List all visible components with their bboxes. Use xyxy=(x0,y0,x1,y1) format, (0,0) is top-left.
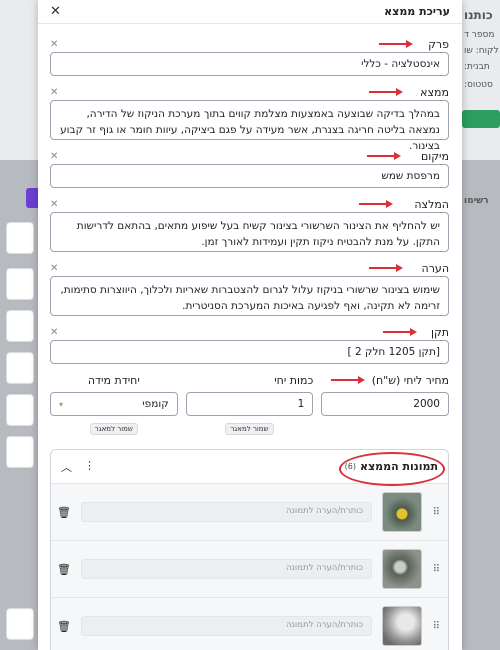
modal-body: פרק ✕ אינסטלציה - כללי ממצא ✕ במהלך בדיק… xyxy=(38,24,462,650)
modal-header: עריכת ממצא ✕ xyxy=(38,0,462,24)
field-chapter: פרק ✕ אינסטלציה - כללי xyxy=(50,36,449,76)
unit-price-label: מחיר ליחי (ש"ח) xyxy=(371,373,449,387)
photo-caption-input[interactable]: כותרת/הערה לתמונה xyxy=(81,502,372,522)
field-standard: תקן ✕ [תקן 1205 חלק 2 ] xyxy=(50,324,449,364)
background-row xyxy=(6,352,34,384)
save-to-library-button[interactable]: שמור למאגר xyxy=(225,423,274,435)
field-recommendation: המלצה ✕ יש להחליף את הצינור השרשורי בצינ… xyxy=(50,196,449,252)
photos-tools: ︿ ⋮ xyxy=(61,459,95,475)
field-note: הערה ✕ שימוש בצינור שרשורי בניקוז עלול ל… xyxy=(50,260,449,316)
background-label: סטטוס: xyxy=(464,80,493,90)
background-row xyxy=(6,268,34,300)
quantity-field: כמות יחי 1 שמור למאגר xyxy=(185,372,314,435)
annotation-arrow-icon xyxy=(367,152,401,160)
background-row xyxy=(6,608,34,640)
unit-label: יחידת מידה xyxy=(87,373,140,387)
quantity-label: כמות יחי xyxy=(274,373,314,387)
finding-textarea[interactable]: במהלך בדיקה שבוצעה באמצעות מצלמת קווים ב… xyxy=(50,100,449,152)
field-finding: ממצא ✕ במהלך בדיקה שבוצעה באמצעות מצלמת … xyxy=(50,84,449,152)
annotation-arrow-icon xyxy=(331,376,365,384)
annotation-arrow-icon xyxy=(379,40,413,48)
drag-handle-icon[interactable]: ⠿ xyxy=(432,621,440,632)
pipe-interior-photo[interactable] xyxy=(382,549,422,589)
field-label: הערה xyxy=(421,261,449,275)
background-row xyxy=(6,310,34,342)
background-label: לקוח: שו xyxy=(464,46,499,56)
background-row xyxy=(6,222,34,254)
field-location: מיקום ✕ מרפסת שמש xyxy=(50,148,449,188)
background-title: כותנו xyxy=(464,8,493,22)
annotation-arrow-icon xyxy=(359,200,393,208)
pricing-row: מחיר ליחי (ש"ח) 2000 כמות יחי 1 שמור למא… xyxy=(49,372,449,435)
recommendation-textarea[interactable]: יש להחליף את הצינור השרשורי בצינור קשיח … xyxy=(50,212,449,252)
clear-icon[interactable]: ✕ xyxy=(50,151,58,162)
clear-icon[interactable]: ✕ xyxy=(50,327,58,338)
trash-icon[interactable]: 🗑 xyxy=(57,620,71,633)
unit-field: יחידת מידה קומפי ▾ שמור למאגר xyxy=(49,372,178,435)
trash-icon[interactable]: 🗑 xyxy=(57,506,71,519)
background-list-title: רשימו xyxy=(464,196,489,206)
annotation-circle-icon xyxy=(339,452,445,486)
pipe-blur-photo[interactable] xyxy=(382,606,422,646)
field-label: המלצה xyxy=(414,197,449,211)
drag-handle-icon[interactable]: ⠿ xyxy=(432,564,440,575)
edit-finding-modal: עריכת ממצא ✕ פרק ✕ אינסטלציה - כללי ממצא… xyxy=(38,0,462,650)
annotation-arrow-icon xyxy=(369,264,403,272)
trash-icon[interactable]: 🗑 xyxy=(57,563,71,576)
standard-input[interactable]: [תקן 1205 חלק 2 ] xyxy=(50,340,449,364)
background-row xyxy=(6,394,34,426)
clear-icon[interactable]: ✕ xyxy=(50,39,58,50)
chevron-down-icon: ▾ xyxy=(58,399,63,409)
field-label: ממצא xyxy=(420,85,449,99)
drag-handle-icon[interactable]: ⠿ xyxy=(432,507,440,518)
note-textarea[interactable]: שימוש בצינור שרשורי בניקוז עלול לגרום לה… xyxy=(50,276,449,316)
location-input[interactable]: מרפסת שמש xyxy=(50,164,449,188)
annotation-arrow-icon xyxy=(383,328,417,336)
photo-caption-input[interactable]: כותרת/הערה לתמונה xyxy=(81,616,372,636)
background-row xyxy=(6,436,34,468)
background-overlay-right xyxy=(462,160,500,650)
field-label: פרק xyxy=(428,37,449,51)
background-label: תבנית: xyxy=(464,62,490,72)
save-to-library-button[interactable]: שמור למאגר xyxy=(89,423,138,435)
chapter-input[interactable]: אינסטלציה - כללי xyxy=(50,52,449,76)
unit-price-input[interactable]: 2000 xyxy=(321,392,449,416)
photo-caption-input[interactable]: כותרת/הערה לתמונה xyxy=(81,559,372,579)
more-options-icon[interactable]: ⋮ xyxy=(84,459,95,475)
photo-row: ⠿ כותרת/הערה לתמונה 🗑 xyxy=(51,598,448,650)
collapse-chevron-icon[interactable]: ︿ xyxy=(61,459,72,475)
background-label: מספר ד xyxy=(464,30,495,40)
clear-icon[interactable]: ✕ xyxy=(50,87,58,98)
unit-select[interactable]: קומפי ▾ xyxy=(49,392,178,416)
field-label: תקן xyxy=(430,325,449,339)
quantity-input[interactable]: 1 xyxy=(185,392,314,416)
finding-photos-section: תמונות הממצא (6) ︿ ⋮ ⠿ כותרת/הערה לתמונה… xyxy=(50,449,449,650)
background-green-button xyxy=(462,110,500,128)
modal-title: עריכת ממצא xyxy=(384,5,450,18)
pipe-drain-photo[interactable] xyxy=(382,492,422,532)
unit-select-value: קומפי xyxy=(142,398,169,410)
unit-price-field: מחיר ליחי (ש"ח) 2000 xyxy=(321,372,449,435)
clear-icon[interactable]: ✕ xyxy=(50,263,58,274)
field-label: מיקום xyxy=(420,149,449,163)
annotation-arrow-icon xyxy=(369,88,403,96)
clear-icon[interactable]: ✕ xyxy=(50,199,58,210)
photo-row: ⠿ כותרת/הערה לתמונה 🗑 xyxy=(51,541,448,598)
photo-row: ⠿ כותרת/הערה לתמונה 🗑 xyxy=(51,484,448,541)
close-icon[interactable]: ✕ xyxy=(50,4,61,19)
